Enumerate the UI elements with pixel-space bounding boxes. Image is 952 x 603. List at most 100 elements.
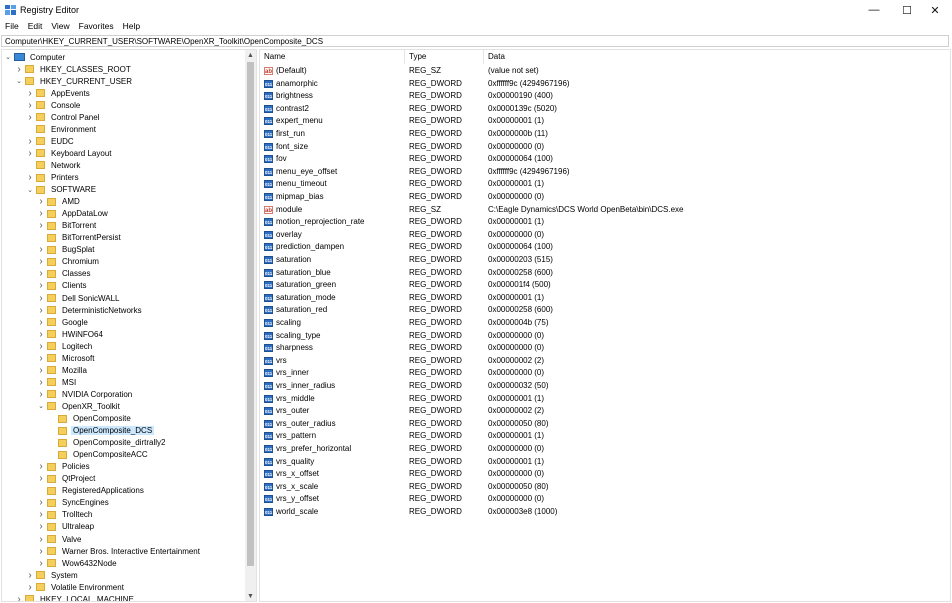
menu-favorites[interactable]: Favorites [74, 20, 118, 34]
value-row[interactable]: ab module REG_SZ C:\Eagle Dynamics\DCS Worl… [260, 204, 950, 217]
tree-item[interactable]: › Keyboard Layout [26, 147, 114, 159]
tree-item[interactable]: RegisteredApplications [37, 485, 146, 497]
value-row[interactable]: ab (Default) REG_SZ (value not set) [260, 65, 950, 78]
value-row[interactable]: 011 saturation_red REG_DWORD 0x00000258 (60… [260, 304, 950, 317]
tree-item[interactable]: › SyncEngines [37, 497, 111, 509]
chevron-right-icon[interactable]: › [37, 220, 45, 231]
value-row[interactable]: 011 saturation_blue REG_DWORD 0x00000258 (6… [260, 267, 950, 280]
chevron-right-icon[interactable]: › [26, 100, 34, 111]
tree-item[interactable]: › Volatile Environment [26, 581, 126, 593]
tree-item[interactable]: OpenComposite_DCS [48, 425, 155, 437]
tree-item[interactable]: › EUDC [26, 135, 76, 147]
chevron-right-icon[interactable]: › [37, 256, 45, 267]
tree-item[interactable]: › System [26, 569, 80, 581]
tree-item[interactable]: BitTorrentPersist [37, 232, 123, 244]
value-row[interactable]: 011 menu_eye_offset REG_DWORD 0xffffff9c (4… [260, 166, 950, 179]
tree-item[interactable]: › Logitech [37, 340, 94, 352]
column-header-name[interactable]: Name [260, 50, 404, 64]
tree-item[interactable]: ⌄ OpenXR_Toolkit [37, 400, 122, 412]
value-row[interactable]: 011 vrs_inner_radius REG_DWORD 0x00000032 (… [260, 380, 950, 393]
value-row[interactable]: 011 vrs_prefer_horizontal REG_DWORD 0x00000… [260, 443, 950, 456]
tree-item[interactable]: › Clients [37, 280, 88, 292]
tree-item[interactable]: › HWiNFO64 [37, 328, 105, 340]
value-row[interactable]: 011 saturation_green REG_DWORD 0x000001f4 (… [260, 279, 950, 292]
chevron-right-icon[interactable]: › [26, 148, 34, 159]
tree-item[interactable]: › Valve [37, 533, 83, 545]
chevron-right-icon[interactable]: › [37, 365, 45, 376]
chevron-right-icon[interactable]: › [26, 136, 34, 147]
key-tree-pane[interactable]: ⌄ Computer › HKEY_CLASSES_ROOT ⌄ HKEY_CURRENT… [1, 49, 257, 602]
tree-item[interactable]: OpenCompositeACC [48, 449, 150, 461]
menu-view[interactable]: View [46, 20, 73, 34]
value-row[interactable]: 011 saturation_mode REG_DWORD 0x00000001 (1… [260, 292, 950, 305]
value-row[interactable]: 011 vrs_y_offset REG_DWORD 0x00000000 (0) [260, 493, 950, 506]
chevron-right-icon[interactable]: › [37, 341, 45, 352]
tree-item[interactable]: › QtProject [37, 473, 97, 485]
chevron-right-icon[interactable]: › [37, 305, 45, 316]
tree-item[interactable]: › Classes [37, 268, 92, 280]
tree-item[interactable]: › HKEY_CLASSES_ROOT [15, 63, 133, 75]
value-row[interactable]: 011 vrs_pattern REG_DWORD 0x00000001 (1) [260, 430, 950, 443]
tree-item[interactable]: › MSI [37, 376, 78, 388]
tree-item[interactable]: OpenComposite_dirtrally2 [48, 437, 168, 449]
value-row[interactable]: 011 vrs_middle REG_DWORD 0x00000001 (1) [260, 393, 950, 406]
tree-item[interactable]: › Warner Bros. Interactive Entertainment [37, 545, 202, 557]
chevron-right-icon[interactable]: › [37, 521, 45, 532]
chevron-right-icon[interactable]: › [37, 377, 45, 388]
tree-item[interactable]: ⌄ HKEY_CURRENT_USER [15, 75, 134, 87]
menu-edit[interactable]: Edit [23, 20, 47, 34]
value-row[interactable]: 011 saturation REG_DWORD 0x00000203 (515) [260, 254, 950, 267]
tree-scrollbar[interactable]: ▲ ▼ [245, 50, 256, 601]
chevron-right-icon[interactable]: › [37, 293, 45, 304]
value-row[interactable]: 011 motion_reprojection_rate REG_DWORD 0x00… [260, 216, 950, 229]
value-row[interactable]: 011 vrs_quality REG_DWORD 0x00000001 (1) [260, 456, 950, 469]
chevron-down-icon[interactable]: ⌄ [37, 401, 45, 411]
tree-item[interactable]: Environment [26, 123, 98, 135]
tree-item[interactable]: › Policies [37, 461, 92, 473]
value-row[interactable]: 011 prediction_dampen REG_DWORD 0x00000064 … [260, 241, 950, 254]
value-row[interactable]: 011 vrs_x_offset REG_DWORD 0x00000000 (0) [260, 468, 950, 481]
value-row[interactable]: 011 vrs_outer REG_DWORD 0x00000002 (2) [260, 405, 950, 418]
value-row[interactable]: 011 vrs_inner REG_DWORD 0x00000000 (0) [260, 367, 950, 380]
chevron-right-icon[interactable]: › [37, 280, 45, 291]
value-row[interactable]: 011 vrs REG_DWORD 0x00000002 (2) [260, 355, 950, 368]
tree-item[interactable]: › Mozilla [37, 364, 89, 376]
value-row[interactable]: 011 scaling_type REG_DWORD 0x00000000 (0) [260, 330, 950, 343]
tree-item[interactable]: › NVIDIA Corporation [37, 388, 134, 400]
chevron-right-icon[interactable]: › [37, 461, 45, 472]
menu-help[interactable]: Help [118, 20, 144, 34]
chevron-right-icon[interactable]: › [37, 196, 45, 207]
tree-item[interactable]: › DeterministicNetworks [37, 304, 144, 316]
tree-item[interactable]: › Chromium [37, 256, 101, 268]
close-button[interactable]: ✕ [918, 0, 952, 20]
tree-item[interactable]: › Wow6432Node [37, 557, 119, 569]
tree-item[interactable]: › Trolltech [37, 509, 94, 521]
tree-item[interactable]: › BugSplat [37, 244, 96, 256]
chevron-right-icon[interactable]: › [37, 317, 45, 328]
chevron-right-icon[interactable]: › [37, 329, 45, 340]
value-row[interactable]: 011 sharpness REG_DWORD 0x00000000 (0) [260, 342, 950, 355]
menu-file[interactable]: File [0, 20, 23, 34]
values-list-pane[interactable]: Name Type Data ab (Default) REG_SZ (value n… [259, 49, 951, 602]
tree-item[interactable]: › Google [37, 316, 90, 328]
chevron-right-icon[interactable]: › [37, 497, 45, 508]
chevron-right-icon[interactable]: › [15, 64, 23, 75]
value-row[interactable]: 011 scaling REG_DWORD 0x0000004b (75) [260, 317, 950, 330]
value-row[interactable]: 011 fov REG_DWORD 0x00000064 (100) [260, 153, 950, 166]
chevron-right-icon[interactable]: › [37, 208, 45, 219]
chevron-right-icon[interactable]: › [37, 534, 45, 545]
tree-item[interactable]: › AppDataLow [37, 208, 110, 220]
tree-item[interactable]: › HKEY_LOCAL_MACHINE [15, 593, 136, 601]
chevron-down-icon[interactable]: ⌄ [4, 52, 12, 62]
chevron-right-icon[interactable]: › [37, 558, 45, 569]
tree-item[interactable]: › BitTorrent [37, 220, 98, 232]
value-row[interactable]: 011 contrast2 REG_DWORD 0x0000139c (5020) [260, 103, 950, 116]
tree-item[interactable]: › Dell SonicWALL [37, 292, 122, 304]
chevron-right-icon[interactable]: › [15, 594, 23, 601]
scroll-down-icon[interactable]: ▼ [245, 591, 256, 601]
tree-item[interactable]: ⌄ Computer [4, 51, 67, 63]
column-header-type[interactable]: Type [405, 50, 483, 64]
minimize-button[interactable]: — [857, 0, 891, 20]
column-header-data[interactable]: Data [484, 50, 944, 64]
chevron-right-icon[interactable]: › [26, 172, 34, 183]
